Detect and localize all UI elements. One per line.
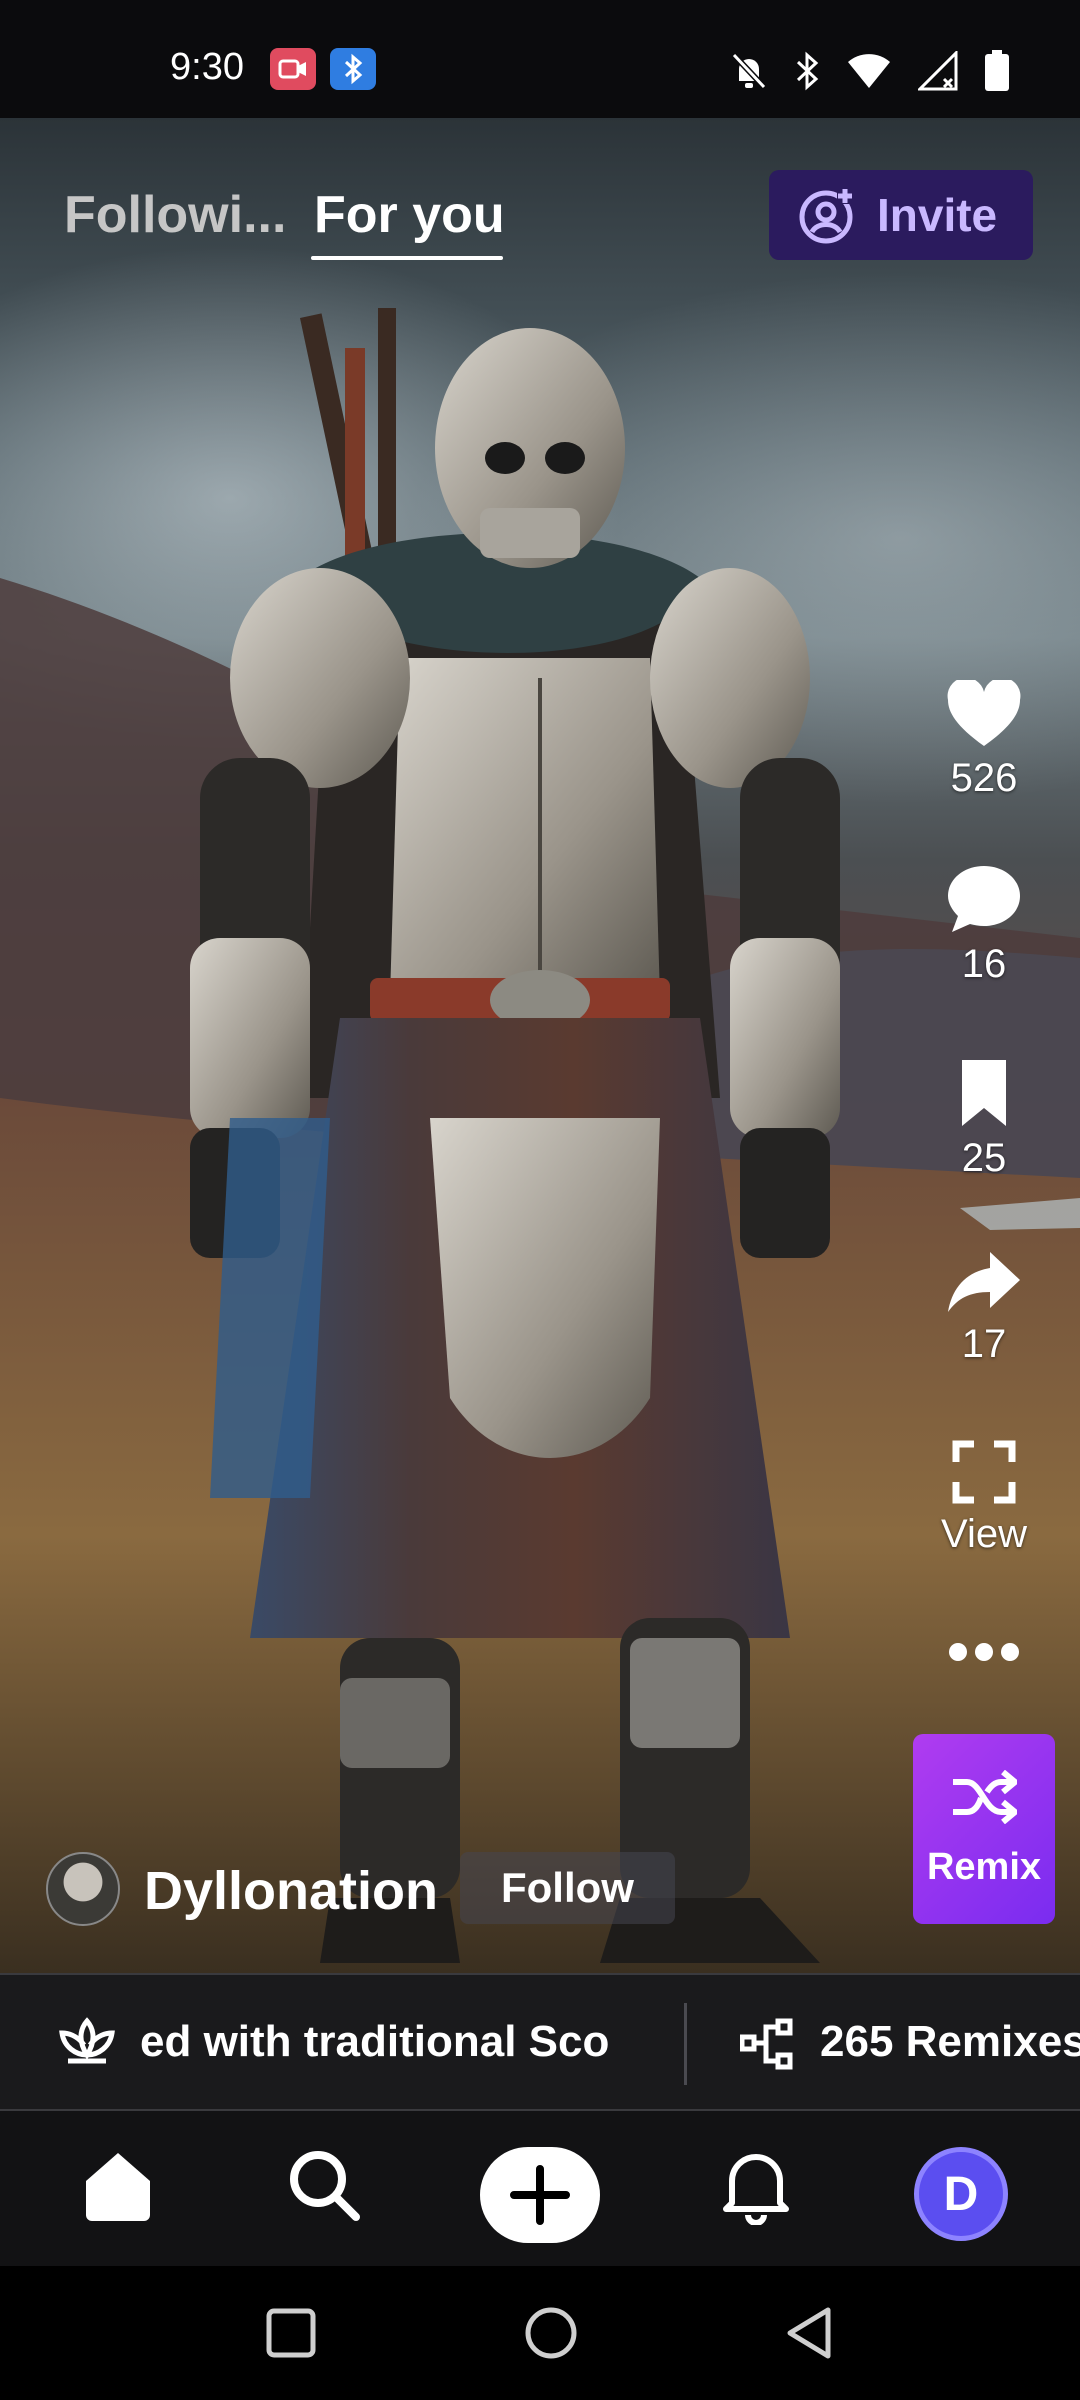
- bookmark-icon: [962, 1060, 1006, 1126]
- add-user-icon: [799, 188, 853, 244]
- notifications-off-icon: [731, 52, 767, 90]
- search-icon: [290, 2151, 360, 2221]
- wifi-icon: [848, 54, 890, 88]
- more-icon: [949, 1643, 1019, 1661]
- back-icon[interactable]: [784, 2306, 834, 2360]
- bottom-navigation: D: [0, 2111, 1080, 2266]
- shuffle-icon: [953, 1769, 1017, 1824]
- nav-notifications[interactable]: [718, 2147, 794, 2230]
- status-time: 9:30: [170, 46, 244, 88]
- save-count: 25: [961, 1136, 1007, 1180]
- recents-icon[interactable]: [266, 2308, 316, 2358]
- remix-button[interactable]: Remix: [913, 1734, 1055, 1924]
- tab-for-you[interactable]: For you: [314, 185, 505, 245]
- nav-home[interactable]: [80, 2147, 156, 2228]
- share-button[interactable]: 17: [914, 1250, 1054, 1367]
- comment-icon: [948, 866, 1020, 932]
- fullscreen-icon: [952, 1440, 1016, 1504]
- remixes-count[interactable]: 265 Remixes: [820, 2017, 1080, 2067]
- remix-label: Remix: [926, 1845, 1042, 1888]
- feed-image[interactable]: [0, 118, 1080, 1973]
- view-label: View: [941, 1512, 1027, 1556]
- status-bar: 9:30: [0, 0, 1080, 118]
- like-count: 526: [950, 756, 1018, 800]
- bluetooth-icon: [796, 51, 819, 91]
- home-icon: [86, 2153, 150, 2221]
- comment-count: 16: [961, 942, 1007, 986]
- invite-label: Invite: [877, 189, 998, 241]
- video-record-icon: [270, 48, 316, 90]
- share-count: 17: [961, 1322, 1007, 1366]
- nav-search[interactable]: [286, 2147, 362, 2228]
- lotus-icon: [59, 2017, 115, 2064]
- heart-icon: [947, 680, 1021, 746]
- follow-button[interactable]: Follow: [460, 1852, 675, 1924]
- tab-following[interactable]: Followi...: [64, 185, 286, 245]
- share-icon: [948, 1252, 1020, 1312]
- strip-divider: [684, 2003, 687, 2085]
- bluetooth-icon: [330, 48, 376, 90]
- highland-warrior-artwork: [0, 308, 1080, 1973]
- home-circle-icon[interactable]: [524, 2306, 578, 2360]
- system-navigation: [0, 2266, 1080, 2400]
- creator-name[interactable]: Dyllonation: [144, 1860, 438, 1922]
- comment-button[interactable]: 16: [914, 862, 1054, 987]
- like-button[interactable]: 526: [914, 680, 1054, 801]
- remix-tree-icon: [740, 2018, 793, 2070]
- save-button[interactable]: 25: [914, 1058, 1054, 1181]
- prompt-text[interactable]: ed with traditional Sco: [140, 2017, 640, 2067]
- active-tab-indicator: [311, 256, 503, 260]
- create-button[interactable]: [480, 2147, 600, 2243]
- info-strip: ed with traditional Sco 265 Remixes: [0, 1973, 1080, 2111]
- plus-icon: [510, 2165, 570, 2225]
- view-fullscreen-button[interactable]: View: [914, 1440, 1054, 1557]
- creator-avatar[interactable]: [46, 1852, 120, 1926]
- bell-icon: [723, 2154, 789, 2226]
- invite-button[interactable]: Invite: [769, 170, 1033, 260]
- signal-icon: [918, 51, 958, 91]
- battery-icon: [985, 50, 1009, 91]
- profile-avatar[interactable]: D: [914, 2147, 1008, 2241]
- more-options-button[interactable]: [914, 1640, 1054, 1664]
